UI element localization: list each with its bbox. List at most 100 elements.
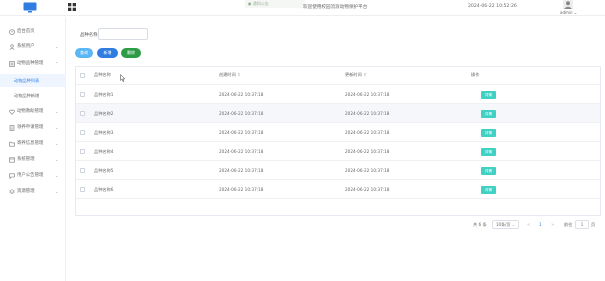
sidebar-item-home[interactable]: 后台首页	[0, 25, 66, 39]
sidebar-item-rescue-management[interactable]: 动物救助管理 ⌄	[0, 105, 66, 119]
cell-breed-name: 品种名称6	[94, 187, 114, 192]
table-row[interactable]: 品种名称1 2024-06-22 10:37:18 2024-06-22 10:…	[76, 85, 600, 104]
cell-created: 2024-06-22 10:37:18	[219, 111, 264, 116]
sidebar-item-label: 寄养信息管理	[17, 141, 44, 146]
search-button[interactable]: 查询	[75, 48, 93, 58]
add-button[interactable]: 新增	[97, 48, 118, 58]
sidebar-item-label: 用户公告管理	[17, 173, 44, 178]
layers-icon	[9, 189, 15, 194]
notice-banner[interactable]: ● 通知公告	[245, 0, 305, 8]
chevron-down-icon: ⌄	[55, 157, 59, 162]
breed-name-filter-input[interactable]	[98, 28, 148, 40]
cell-breed-name: 品种名称1	[94, 92, 114, 97]
welcome-text: 欢迎使用校园流浪动物保护平台	[303, 5, 368, 10]
detail-button[interactable]: 详情	[481, 110, 496, 118]
user-name[interactable]: admin ⌄	[560, 10, 577, 15]
cell-updated: 2024-06-22 10:37:18	[345, 149, 390, 154]
table-header: 品种名称 创建时间 ⇕ 更新时间 ⇕ 操作	[76, 67, 600, 85]
sidebar-item-label: 系统用户	[17, 44, 35, 49]
column-header-updated[interactable]: 更新时间 ⇕	[345, 72, 367, 78]
column-header-breed-name[interactable]: 品种名称	[94, 72, 111, 78]
pagination-total: 共 6 条	[473, 222, 487, 227]
chevron-down-icon: ⌄	[55, 109, 59, 114]
sidebar-item-resource-management[interactable]: 资源管理 ⌄	[0, 185, 66, 199]
row-checkbox[interactable]	[80, 187, 85, 192]
grid-icon	[9, 61, 15, 67]
sidebar-item-system-users[interactable]: 系统用户 ⌄	[0, 40, 66, 54]
top-bar: ● 通知公告 欢迎使用校园流浪动物保护平台 2024-06-22 10:52:2…	[0, 0, 605, 16]
table-row[interactable]: 品种名称5 2024-06-22 10:37:18 2024-06-22 10:…	[76, 161, 600, 180]
chevron-down-icon: ⌄	[511, 222, 516, 227]
cell-updated: 2024-06-22 10:37:18	[345, 187, 390, 192]
sidebar: 后台首页 系统用户 ⌄ 动物品种管理 ⌃ 动物品种列表 动物品种新增 动物救助管…	[0, 17, 66, 281]
sidebar-subitem-label: 动物品种列表	[14, 78, 40, 83]
goto-suffix: 页	[591, 222, 596, 227]
chevron-down-icon: ⌄	[55, 141, 59, 146]
prev-page-button[interactable]: <	[527, 222, 531, 227]
sidebar-item-system-management[interactable]: 系统管理 ⌄	[0, 153, 66, 167]
column-header-updated-label: 更新时间	[345, 72, 362, 77]
delete-button[interactable]: 删除	[121, 48, 141, 58]
cell-created: 2024-06-22 10:37:18	[219, 92, 264, 97]
sidebar-subitem-breed-add[interactable]: 动物品种新增	[0, 89, 66, 102]
page-size-select[interactable]: 10条/页 ⌄	[492, 220, 519, 229]
row-checkbox[interactable]	[80, 168, 85, 173]
detail-button[interactable]: 详情	[481, 129, 496, 137]
row-checkbox[interactable]	[80, 149, 85, 154]
sidebar-item-label: 资源管理	[17, 189, 35, 194]
chevron-down-icon: ⌄	[55, 173, 59, 178]
row-checkbox[interactable]	[80, 92, 85, 97]
clock-icon	[9, 29, 15, 35]
settings-icon	[9, 157, 15, 163]
table-row[interactable]: 品种名称2 2024-06-22 10:37:18 2024-06-22 10:…	[76, 104, 600, 123]
detail-button[interactable]: 详情	[481, 91, 496, 99]
avatar[interactable]	[563, 0, 573, 9]
next-page-button[interactable]: >	[551, 222, 555, 227]
cell-updated: 2024-06-22 10:37:18	[345, 92, 390, 97]
cell-created: 2024-06-22 10:37:18	[219, 187, 264, 192]
main-content: 品种名称 查询 新增 删除 品种名称 创建时间 ⇕ 更新时间 ⇕ 操作 品种名称…	[67, 17, 605, 281]
detail-button[interactable]: 详情	[481, 148, 496, 156]
current-datetime: 2024-06-22 10:52:26	[468, 4, 517, 9]
breed-name-filter-label: 品种名称	[80, 33, 98, 38]
column-header-created[interactable]: 创建时间 ⇕	[219, 72, 241, 78]
row-checkbox[interactable]	[80, 111, 85, 116]
sidebar-item-label: 后台首页	[17, 29, 35, 34]
user-icon	[9, 44, 15, 50]
breed-table: 品种名称 创建时间 ⇕ 更新时间 ⇕ 操作 品种名称1 2024-06-22 1…	[75, 66, 601, 216]
cell-breed-name: 品种名称2	[94, 111, 114, 116]
sidebar-item-announcement-management[interactable]: 用户公告管理 ⌄	[0, 169, 66, 183]
sidebar-item-foster-management[interactable]: 寄养信息管理 ⌄	[0, 137, 66, 151]
sidebar-item-adoption-management[interactable]: 领养申请管理 ⌄	[0, 121, 66, 135]
user-name-text: admin	[560, 10, 573, 15]
select-all-checkbox[interactable]	[80, 73, 85, 78]
sidebar-item-label: 动物救助管理	[17, 109, 44, 114]
cell-breed-name: 品种名称4	[94, 149, 114, 154]
menu-grid-icon[interactable]	[68, 3, 76, 11]
column-header-created-label: 创建时间	[219, 72, 236, 77]
detail-button[interactable]: 详情	[481, 167, 496, 175]
table-row[interactable]: 品种名称6 2024-06-22 10:37:18 2024-06-22 10:…	[76, 180, 600, 199]
sidebar-subitem-breed-list[interactable]: 动物品种列表	[0, 74, 66, 87]
chevron-down-icon: ⌄	[55, 189, 59, 194]
sort-icon: ⇕	[363, 72, 367, 77]
heart-icon	[9, 109, 15, 115]
detail-button[interactable]: 详情	[481, 186, 496, 194]
cell-updated: 2024-06-22 10:37:18	[345, 130, 390, 135]
table-row[interactable]: 品种名称3 2024-06-22 10:37:18 2024-06-22 10:…	[76, 123, 600, 142]
sidebar-item-breed-management[interactable]: 动物品种管理 ⌃	[0, 57, 66, 71]
goto-page-input[interactable]: 1	[575, 220, 589, 229]
row-checkbox[interactable]	[80, 130, 85, 135]
cell-created: 2024-06-22 10:37:18	[219, 149, 264, 154]
page-number-current[interactable]: 1	[539, 222, 542, 227]
cell-created: 2024-06-22 10:37:18	[219, 130, 264, 135]
mouse-cursor-icon	[120, 74, 126, 82]
cell-updated: 2024-06-22 10:37:18	[345, 168, 390, 173]
chevron-up-icon: ⌃	[55, 61, 59, 66]
column-header-actions: 操作	[471, 72, 480, 77]
chat-icon	[9, 173, 15, 179]
cell-breed-name: 品种名称5	[94, 168, 114, 173]
table-row[interactable]: 品种名称4 2024-06-22 10:37:18 2024-06-22 10:…	[76, 142, 600, 161]
sort-icon: ⇕	[237, 72, 241, 77]
chevron-down-icon: ⌄	[55, 125, 59, 130]
